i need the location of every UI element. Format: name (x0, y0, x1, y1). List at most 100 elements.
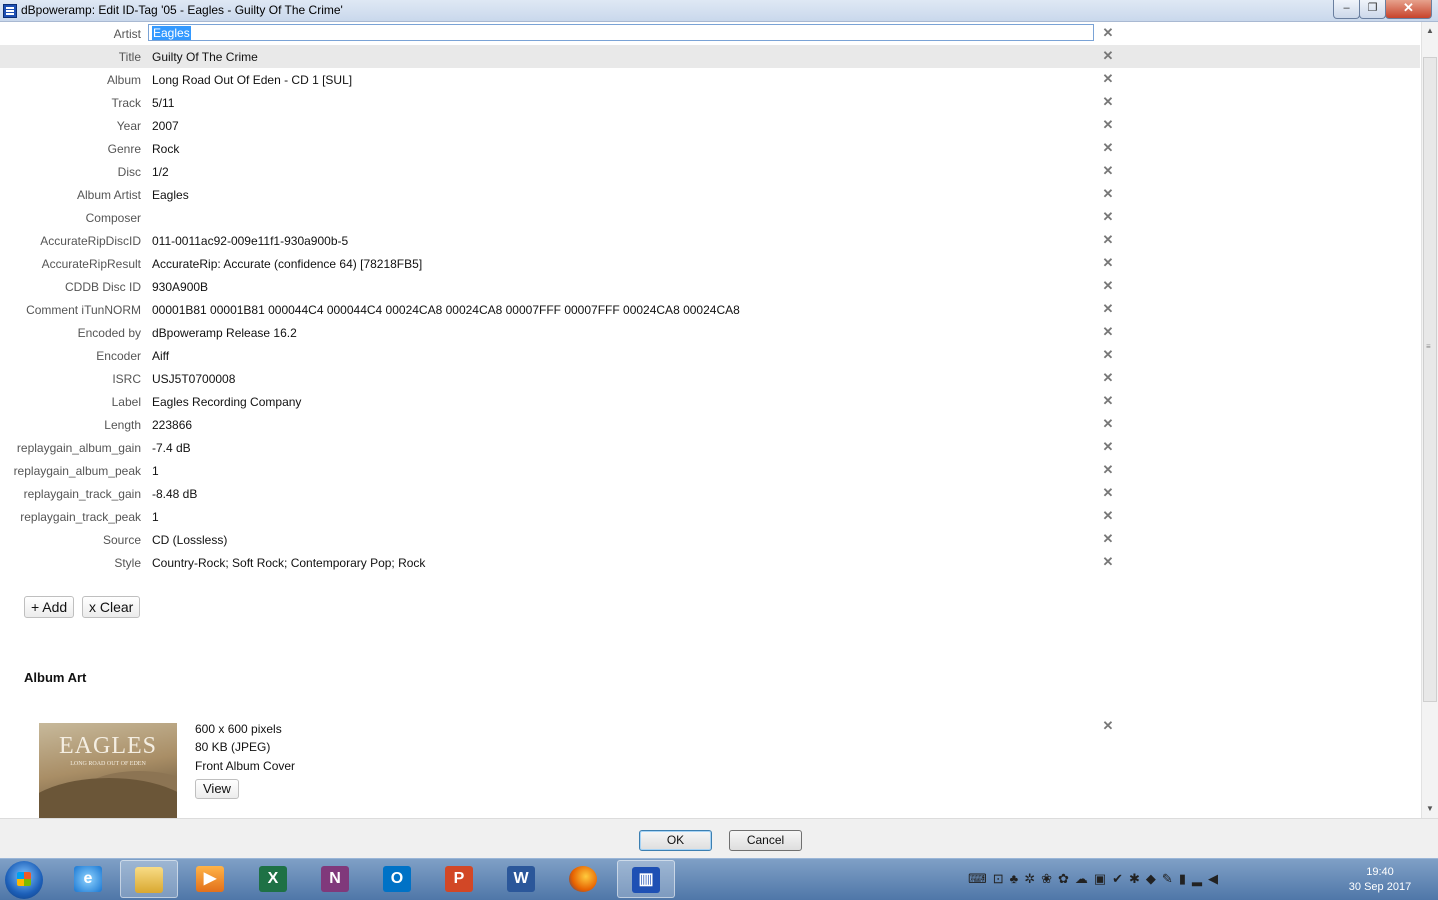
taskbar-clock[interactable]: 19:40 30 Sep 2017 (1340, 865, 1420, 895)
remove-tag-icon[interactable]: ✕ (1102, 164, 1114, 178)
vertical-scrollbar[interactable]: ▲ ≡ ▼ (1421, 22, 1438, 818)
tag-value[interactable]: dBpoweramp Release 16.2 (152, 326, 297, 340)
tag-row[interactable]: replaygain_track_peak 1 ✕ (0, 505, 1420, 528)
tag-row[interactable]: Composer ✕ (0, 206, 1420, 229)
remove-tag-icon[interactable]: ✕ (1102, 371, 1114, 385)
tag-row[interactable]: Label Eagles Recording Company ✕ (0, 390, 1420, 413)
tag-value[interactable]: 1 (152, 510, 159, 524)
clear-tags-button[interactable]: x Clear (82, 596, 141, 618)
taskbar-file-explorer[interactable] (120, 860, 178, 898)
tag-row[interactable]: Comment iTunNORM 00001B81 00001B81 00004… (0, 298, 1420, 321)
add-tag-button[interactable]: + Add (24, 596, 75, 618)
remove-tag-icon[interactable]: ✕ (1102, 26, 1114, 40)
tag-value[interactable]: Guilty Of The Crime (152, 50, 258, 64)
tag-row[interactable]: Album Long Road Out Of Eden - CD 1 [SUL] ✕ (0, 68, 1420, 91)
tag-row[interactable]: Disc 1/2 ✕ (0, 160, 1420, 183)
remove-art-icon[interactable]: ✕ (1102, 719, 1114, 733)
taskbar-word[interactable]: W (493, 860, 551, 898)
view-art-button[interactable]: View (195, 779, 239, 799)
tag-value[interactable]: Eagles (152, 188, 189, 202)
taskbar-dbpoweramp[interactable]: ▥ (617, 860, 675, 898)
tag-row[interactable]: Track 5/11 ✕ (0, 91, 1420, 114)
tag-value[interactable]: 5/11 (152, 96, 174, 110)
remove-tag-icon[interactable]: ✕ (1102, 141, 1114, 155)
tag-row[interactable]: ISRC USJ5T0700008 ✕ (0, 367, 1420, 390)
remove-tag-icon[interactable]: ✕ (1102, 256, 1114, 270)
tag-value[interactable]: CD (Lossless) (152, 533, 227, 547)
tag-row[interactable]: AccurateRipResult AccurateRip: Accurate (… (0, 252, 1420, 275)
close-button[interactable]: ✕ (1385, 0, 1432, 19)
remove-tag-icon[interactable]: ✕ (1102, 72, 1114, 86)
taskbar: e ▶ X N O P W ▥ ⌨⊡♣✲❀✿☁▣✔✱◆✎▮▂◀ 19:40 30… (0, 858, 1438, 900)
tag-value[interactable]: Long Road Out Of Eden - CD 1 [SUL] (152, 73, 352, 87)
remove-tag-icon[interactable]: ✕ (1102, 325, 1114, 339)
album-cover-image[interactable]: EAGLES LONG ROAD OUT OF EDEN (39, 723, 177, 818)
tag-value[interactable]: -8.48 dB (152, 487, 197, 501)
tag-row[interactable]: replaygain_album_gain -7.4 dB ✕ (0, 436, 1420, 459)
remove-tag-icon[interactable]: ✕ (1102, 49, 1114, 63)
remove-tag-icon[interactable]: ✕ (1102, 95, 1114, 109)
tag-row[interactable]: Album Artist Eagles ✕ (0, 183, 1420, 206)
taskbar-internet-explorer[interactable]: e (60, 860, 118, 898)
tag-value[interactable]: 00001B81 00001B81 000044C4 000044C4 0002… (152, 303, 740, 317)
remove-tag-icon[interactable]: ✕ (1102, 348, 1114, 362)
tag-value[interactable]: 223866 (152, 418, 192, 432)
tag-row[interactable]: Artist Eagles ✕ (0, 22, 1420, 45)
remove-tag-icon[interactable]: ✕ (1102, 532, 1114, 546)
taskbar-media-player[interactable]: ▶ (182, 860, 240, 898)
tag-value[interactable]: Aiff (152, 349, 169, 363)
restore-button[interactable]: ❐ (1359, 0, 1386, 19)
tag-row[interactable]: Source CD (Lossless) ✕ (0, 528, 1420, 551)
scroll-thumb[interactable] (1423, 57, 1437, 702)
tag-value[interactable]: 930A900B (152, 280, 208, 294)
tag-row[interactable]: AccurateRipDiscID 011-0011ac92-009e11f1-9… (0, 229, 1420, 252)
taskbar-onenote[interactable]: N (307, 860, 365, 898)
tag-value[interactable]: 1/2 (152, 165, 169, 179)
tag-row[interactable]: replaygain_album_peak 1 ✕ (0, 459, 1420, 482)
scroll-up-icon[interactable]: ▲ (1426, 26, 1434, 35)
tag-row[interactable]: Style Country-Rock; Soft Rock; Contempora… (0, 551, 1420, 574)
remove-tag-icon[interactable]: ✕ (1102, 302, 1114, 316)
tag-row[interactable]: Genre Rock ✕ (0, 137, 1420, 160)
tag-row[interactable]: CDDB Disc ID 930A900B ✕ (0, 275, 1420, 298)
remove-tag-icon[interactable]: ✕ (1102, 233, 1114, 247)
remove-tag-icon[interactable]: ✕ (1102, 463, 1114, 477)
tag-value[interactable]: 1 (152, 464, 159, 478)
tag-value[interactable]: Country-Rock; Soft Rock; Contemporary Po… (152, 556, 425, 570)
cancel-button[interactable]: Cancel (729, 830, 802, 851)
ok-button[interactable]: OK (639, 830, 712, 851)
tag-row[interactable]: Encoded by dBpoweramp Release 16.2 ✕ (0, 321, 1420, 344)
remove-tag-icon[interactable]: ✕ (1102, 394, 1114, 408)
scroll-down-icon[interactable]: ▼ (1426, 804, 1434, 813)
app-icon[interactable] (3, 4, 17, 18)
tag-value[interactable]: 011-0011ac92-009e11f1-930a900b-5 (152, 234, 348, 248)
system-tray-icons[interactable]: ⌨⊡♣✲❀✿☁▣✔✱◆✎▮▂◀ (968, 871, 1224, 887)
tag-value[interactable]: Eagles Recording Company (152, 395, 301, 409)
tag-value[interactable]: USJ5T0700008 (152, 372, 235, 386)
tag-row[interactable]: replaygain_track_gain -8.48 dB ✕ (0, 482, 1420, 505)
remove-tag-icon[interactable]: ✕ (1102, 486, 1114, 500)
tag-row[interactable]: Length 223866 ✕ (0, 413, 1420, 436)
tag-value[interactable]: Rock (152, 142, 179, 156)
remove-tag-icon[interactable]: ✕ (1102, 187, 1114, 201)
taskbar-outlook[interactable]: O (369, 860, 427, 898)
remove-tag-icon[interactable]: ✕ (1102, 210, 1114, 224)
artist-input[interactable]: Eagles (148, 24, 1094, 41)
tag-value[interactable]: -7.4 dB (152, 441, 191, 455)
taskbar-powerpoint[interactable]: P (431, 860, 489, 898)
start-button[interactable] (5, 861, 43, 899)
taskbar-excel[interactable]: X (245, 860, 303, 898)
tag-row[interactable]: Year 2007 ✕ (0, 114, 1420, 137)
remove-tag-icon[interactable]: ✕ (1102, 118, 1114, 132)
remove-tag-icon[interactable]: ✕ (1102, 555, 1114, 569)
taskbar-firefox[interactable] (555, 860, 613, 898)
remove-tag-icon[interactable]: ✕ (1102, 279, 1114, 293)
tag-value[interactable]: AccurateRip: Accurate (confidence 64) [7… (152, 257, 422, 271)
remove-tag-icon[interactable]: ✕ (1102, 440, 1114, 454)
minimize-button[interactable]: – (1333, 0, 1360, 19)
remove-tag-icon[interactable]: ✕ (1102, 417, 1114, 431)
tag-value[interactable]: 2007 (152, 119, 179, 133)
tag-row[interactable]: Title Guilty Of The Crime ✕ (0, 45, 1420, 68)
remove-tag-icon[interactable]: ✕ (1102, 509, 1114, 523)
tag-row[interactable]: Encoder Aiff ✕ (0, 344, 1420, 367)
